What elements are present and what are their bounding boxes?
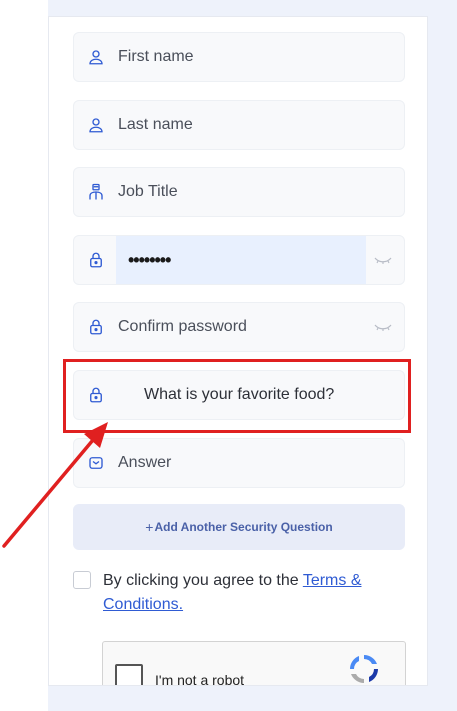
recaptcha-label: I'm not a robot [155, 672, 245, 686]
first-name-placeholder: First name [118, 48, 194, 65]
terms-agreement: By clicking you agree to the Terms & Con… [73, 569, 403, 617]
last-name-placeholder: Last name [118, 116, 193, 133]
password-input[interactable]: •••••••• [116, 236, 366, 284]
plus-icon: + [145, 519, 154, 535]
registration-form: First name Last name Job Title •••••••• … [48, 16, 428, 686]
terms-checkbox[interactable] [73, 571, 91, 589]
terms-prefix: By clicking you agree to the [103, 572, 303, 589]
password-value: •••••••• [128, 249, 171, 270]
briefcase-user-icon [74, 168, 118, 216]
eye-closed-icon[interactable] [374, 322, 392, 332]
user-icon [74, 33, 118, 81]
recaptcha-widget: I'm not a robot [102, 641, 406, 686]
job-title-placeholder: Job Title [118, 183, 178, 200]
user-icon [74, 101, 118, 149]
confirm-password-placeholder: Confirm password [118, 318, 247, 335]
arrow-annotation-icon [2, 422, 108, 548]
first-name-field[interactable]: First name [73, 32, 405, 82]
confirm-password-field[interactable]: Confirm password [73, 302, 405, 352]
password-field[interactable]: •••••••• [73, 235, 405, 285]
last-name-field[interactable]: Last name [73, 100, 405, 150]
eye-closed-icon[interactable] [374, 255, 392, 265]
terms-text: By clicking you agree to the Terms & Con… [103, 569, 403, 617]
recaptcha-checkbox[interactable] [115, 664, 143, 685]
job-title-field[interactable]: Job Title [73, 167, 405, 217]
recaptcha-logo-icon [350, 655, 378, 683]
lock-icon [74, 236, 118, 284]
add-security-question-label: Add Another Security Question [154, 520, 333, 534]
lock-icon [74, 303, 118, 351]
